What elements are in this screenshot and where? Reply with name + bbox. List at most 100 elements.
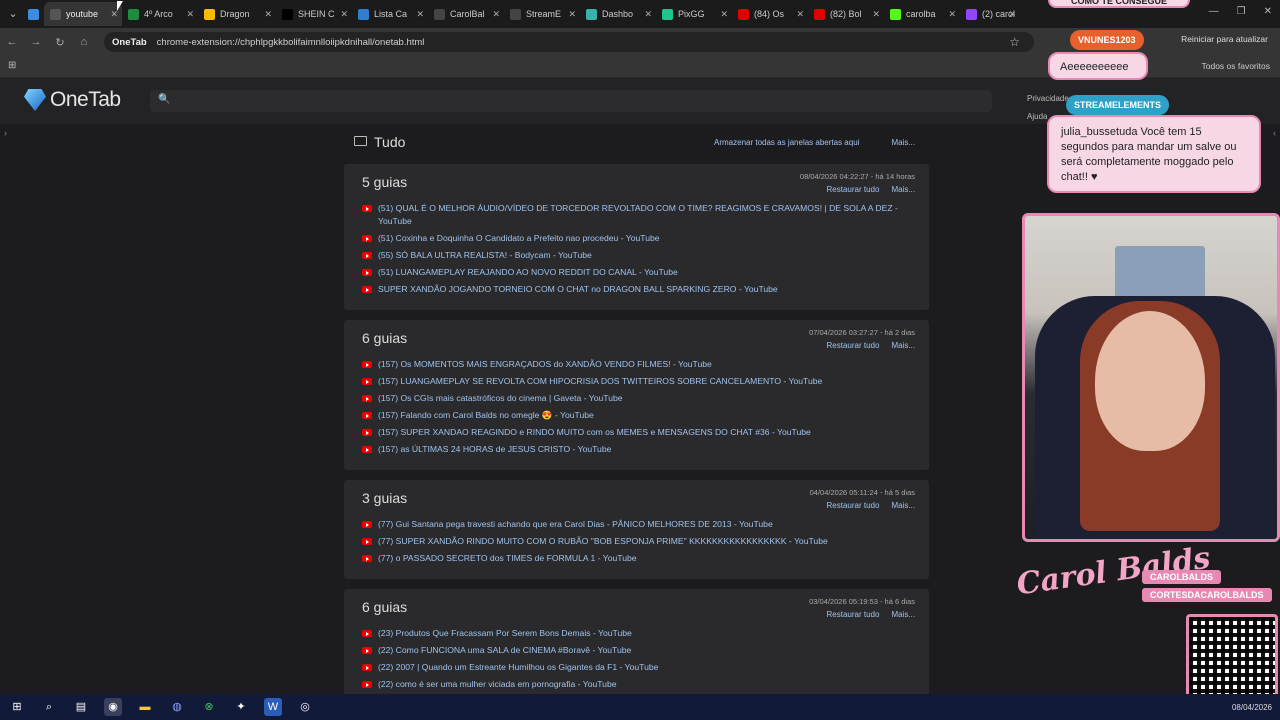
- url-text[interactable]: chrome-extension://chphlpgkkbolifaimnllo…: [157, 37, 425, 48]
- more-link[interactable]: Mais...: [891, 185, 915, 194]
- restore-icon[interactable]: ❐: [1237, 6, 1246, 17]
- tab-link-title[interactable]: SUPER XANDÃO JOGANDO TORNEIO COM O CHAT …: [378, 283, 778, 296]
- all-bookmarks-link[interactable]: Todos os favoritos: [1201, 61, 1270, 71]
- tab-link-title[interactable]: (157) as ÚLTIMAS 24 HORAS de JESUS CRIST…: [378, 443, 611, 456]
- browser-tab[interactable]: 4º Arco ✕: [122, 2, 198, 26]
- browser-tab[interactable]: CarolBal ✕: [428, 2, 504, 26]
- close-window-icon[interactable]: ✕: [1264, 6, 1272, 17]
- browser-tab[interactable]: PixGG ✕: [656, 2, 732, 26]
- tab-link[interactable]: (22) como é ser uma mulher viciada em po…: [362, 678, 915, 691]
- tab-link[interactable]: (22) 2007 | Quando um Estreante Humilhou…: [362, 661, 915, 674]
- store-all-windows-link[interactable]: Armazenar todas as janelas abertas aqui: [714, 138, 859, 147]
- browser-tab[interactable]: Dashbo ✕: [580, 2, 656, 26]
- onetab-search-input[interactable]: 🔍: [150, 90, 992, 112]
- forward-icon[interactable]: →: [24, 36, 48, 48]
- tab-link-title[interactable]: (22) Como FUNCIONA uma SALA de CINEMA #B…: [378, 644, 631, 657]
- tab-link-title[interactable]: (55) SÓ BALA ULTRA REALISTA! - Bodycam -…: [378, 249, 592, 262]
- tab-close-icon[interactable]: ✕: [948, 9, 956, 20]
- restore-all-link[interactable]: Restaurar tudo: [827, 501, 880, 510]
- browser-tab[interactable]: StreamE ✕: [504, 2, 580, 26]
- obs-icon[interactable]: ◎: [296, 698, 314, 716]
- tab-link[interactable]: (51) LUANGAMEPLAY REAJANDO AO NOVO REDDI…: [362, 266, 915, 279]
- tab-link[interactable]: (77) o PASSADO SECRETO dos TIMES de FORM…: [362, 552, 915, 565]
- browser-tab[interactable]: (2) carol ✕: [960, 2, 1020, 26]
- app-icon[interactable]: ✦: [232, 698, 250, 716]
- tab-close-icon[interactable]: ✕: [796, 9, 804, 20]
- more-link[interactable]: Mais...: [891, 341, 915, 350]
- tab-link-title[interactable]: (77) SUPER XANDÃO RINDO MUITO COM O RUBÃ…: [378, 535, 828, 548]
- tab-close-icon[interactable]: ✕: [644, 9, 652, 20]
- tab-link[interactable]: SUPER XANDÃO JOGANDO TORNEIO COM O CHAT …: [362, 283, 915, 296]
- tab-link[interactable]: (22) Como FUNCIONA uma SALA de CINEMA #B…: [362, 644, 915, 657]
- tab-close-icon[interactable]: ✕: [720, 9, 728, 20]
- minimize-icon[interactable]: —: [1209, 6, 1219, 17]
- tab-close-icon[interactable]: ✕: [186, 9, 194, 20]
- tab-close-icon[interactable]: ✕: [568, 9, 576, 20]
- browser-tab[interactable]: Lista Ca ✕: [352, 2, 428, 26]
- tab-link[interactable]: (157) Falando com Carol Balds no omegle …: [362, 409, 915, 422]
- onetab-logo[interactable]: OneTab: [24, 88, 121, 112]
- xbox-icon[interactable]: ⊗: [200, 698, 218, 716]
- restore-all-link[interactable]: Restaurar tudo: [827, 610, 880, 619]
- browser-tab[interactable]: (84) Os ✕: [732, 2, 808, 26]
- tab-close-icon[interactable]: ✕: [340, 9, 348, 20]
- more-link[interactable]: Mais...: [891, 501, 915, 510]
- tab-link[interactable]: (23) Produtos Que Fracassam Por Serem Bo…: [362, 627, 915, 640]
- search-icon[interactable]: ⌕: [40, 698, 58, 716]
- more-link[interactable]: Mais...: [891, 138, 915, 147]
- tab-link-title[interactable]: (157) Os MOMENTOS MAIS ENGRAÇADOS do XAN…: [378, 358, 712, 371]
- more-link[interactable]: Mais...: [891, 610, 915, 619]
- browser-tab[interactable]: (82) Bol ✕: [808, 2, 884, 26]
- tab-close-icon[interactable]: ✕: [872, 9, 880, 20]
- update-button[interactable]: Reiniciar para atualizar: [1181, 34, 1268, 44]
- tab-link[interactable]: (55) SÓ BALA ULTRA REALISTA! - Bodycam -…: [362, 249, 915, 262]
- tab-link[interactable]: (51) QUAL É O MELHOR ÁUDIO/VÍDEO DE TORC…: [362, 202, 915, 228]
- tab-link[interactable]: (157) LUANGAMEPLAY SE REVOLTA COM HIPOCR…: [362, 375, 915, 388]
- browser-tab[interactable]: youtube ✕: [44, 2, 122, 26]
- apps-grid-icon[interactable]: ⊞: [8, 60, 16, 71]
- windows-start-icon[interactable]: ⊞: [8, 698, 26, 716]
- tab-link[interactable]: (77) Gui Santana pega travesti achando q…: [362, 518, 915, 531]
- tab-link[interactable]: (157) SUPER XANDAO REAGINDO e RINDO MUIT…: [362, 426, 915, 439]
- browser-tab[interactable]: SHEIN C ✕: [276, 2, 352, 26]
- tab-link-title[interactable]: (157) Os CGIs mais catastróficos do cine…: [378, 392, 623, 405]
- tab-link-title[interactable]: (22) como é ser uma mulher viciada em po…: [378, 678, 617, 691]
- tab-link-title[interactable]: (23) Produtos Que Fracassam Por Serem Bo…: [378, 627, 632, 640]
- tab-link[interactable]: (77) SUPER XANDÃO RINDO MUITO COM O RUBÃ…: [362, 535, 915, 548]
- restore-all-link[interactable]: Restaurar tudo: [827, 341, 880, 350]
- tab-search-icon[interactable]: ⌄: [4, 5, 22, 23]
- browser-tab[interactable]: [22, 2, 44, 26]
- tab-link[interactable]: (157) as ÚLTIMAS 24 HORAS de JESUS CRIST…: [362, 443, 915, 456]
- tab-link[interactable]: (157) Os CGIs mais catastróficos do cine…: [362, 392, 915, 405]
- chrome-icon[interactable]: ◉: [104, 698, 122, 716]
- word-icon[interactable]: W: [264, 698, 282, 716]
- tab-link-title[interactable]: (157) Falando com Carol Balds no omegle …: [378, 409, 594, 422]
- back-icon[interactable]: ←: [0, 36, 24, 48]
- tab-link-title[interactable]: (77) Gui Santana pega travesti achando q…: [378, 518, 773, 531]
- restore-all-link[interactable]: Restaurar tudo: [827, 185, 880, 194]
- reload-icon[interactable]: ↻: [48, 36, 72, 49]
- tab-close-icon[interactable]: ✕: [492, 9, 500, 20]
- browser-tab[interactable]: carolba ✕: [884, 2, 960, 26]
- home-icon[interactable]: ⌂: [72, 36, 96, 48]
- address-bar[interactable]: OneTab chrome-extension://chphlpgkkbolif…: [104, 32, 1034, 52]
- tab-close-icon[interactable]: ✕: [1008, 9, 1016, 20]
- tab-link-title[interactable]: (157) SUPER XANDAO REAGINDO e RINDO MUIT…: [378, 426, 811, 439]
- expand-left-icon[interactable]: ›: [4, 128, 7, 138]
- expand-right-icon[interactable]: ‹: [1273, 128, 1276, 138]
- tab-close-icon[interactable]: ✕: [416, 9, 424, 20]
- tab-link-title[interactable]: (51) LUANGAMEPLAY REAJANDO AO NOVO REDDI…: [378, 266, 678, 279]
- tab-link-title[interactable]: (22) 2007 | Quando um Estreante Humilhou…: [378, 661, 658, 674]
- tab-link[interactable]: (157) Os MOMENTOS MAIS ENGRAÇADOS do XAN…: [362, 358, 915, 371]
- tab-link[interactable]: (51) Coxinha e Doquinha O Candidato a Pr…: [362, 232, 915, 245]
- file-explorer-icon[interactable]: ▬: [136, 698, 154, 716]
- task-view-icon[interactable]: ▤: [72, 698, 90, 716]
- tab-link-title[interactable]: (51) Coxinha e Doquinha O Candidato a Pr…: [378, 232, 660, 245]
- discord-icon[interactable]: ◍: [168, 698, 186, 716]
- browser-tab[interactable]: Dragon ✕: [198, 2, 276, 26]
- tab-close-icon[interactable]: ✕: [264, 9, 272, 20]
- tab-link-title[interactable]: (51) QUAL É O MELHOR ÁUDIO/VÍDEO DE TORC…: [378, 202, 915, 228]
- bookmark-star-icon[interactable]: ☆: [1009, 35, 1020, 49]
- tab-link-title[interactable]: (157) LUANGAMEPLAY SE REVOLTA COM HIPOCR…: [378, 375, 822, 388]
- tab-link-title[interactable]: (77) o PASSADO SECRETO dos TIMES de FORM…: [378, 552, 637, 565]
